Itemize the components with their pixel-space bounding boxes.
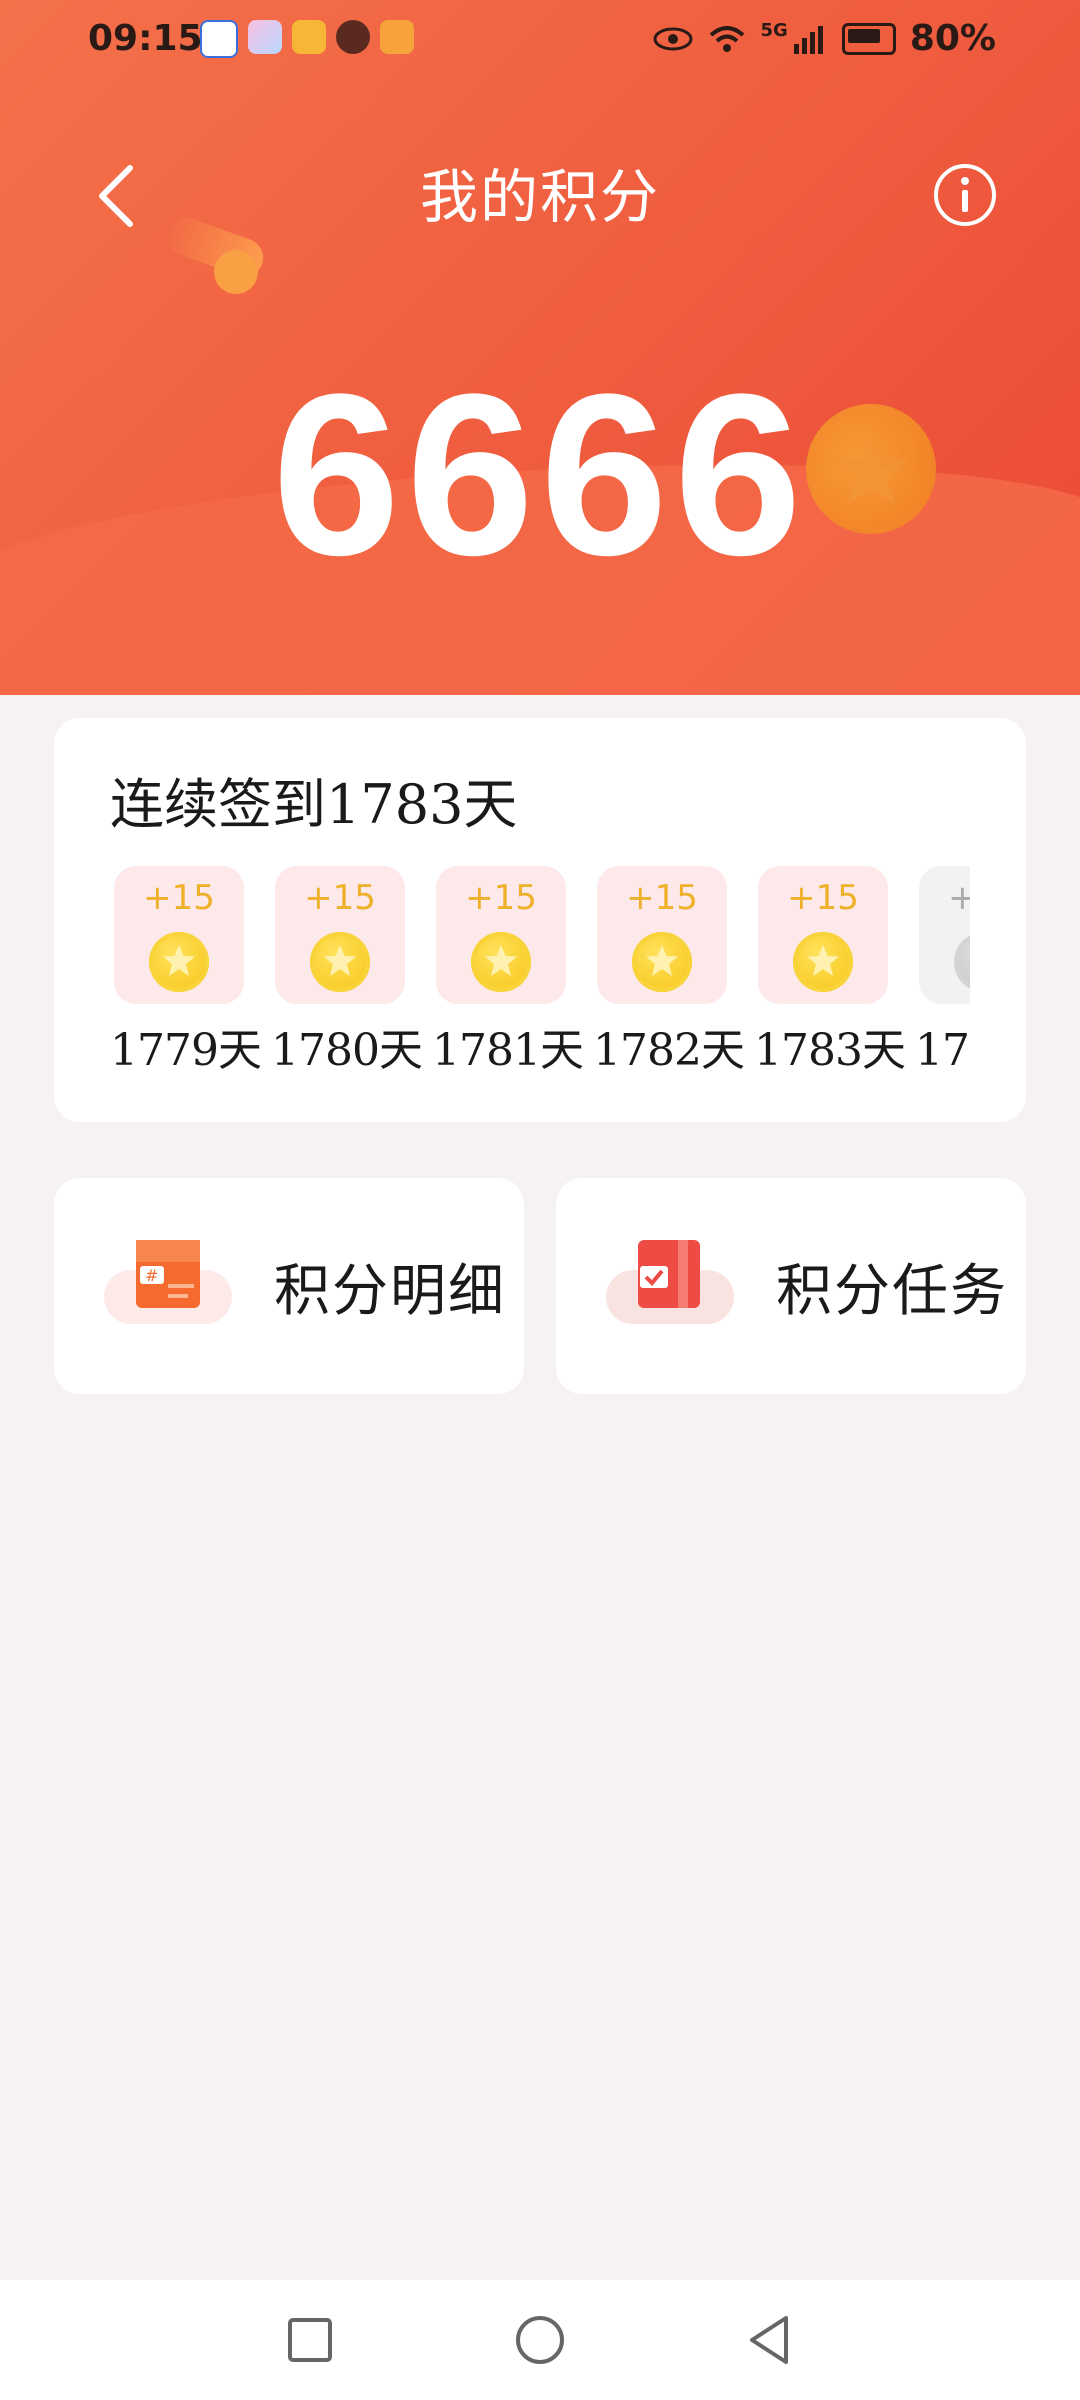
day-label: 1779天 xyxy=(110,1025,262,1076)
day-reward-box: +15 xyxy=(597,866,727,1004)
status-bar: 09:15 5G 80% xyxy=(0,0,1080,78)
signal-icon xyxy=(793,25,823,54)
day-label: 1784天 xyxy=(915,1025,970,1076)
day-label: 1783天 xyxy=(754,1025,906,1076)
baidu-app-icon xyxy=(200,20,238,58)
back-nav-button[interactable] xyxy=(740,2310,800,2370)
taobao-app-icon xyxy=(380,20,414,54)
cup-app-icon xyxy=(292,20,326,54)
signin-day[interactable]: +15 1780天 xyxy=(271,866,423,1076)
triangle-back-icon xyxy=(750,2316,788,2364)
home-button[interactable] xyxy=(510,2310,570,2370)
info-button[interactable] xyxy=(932,162,998,228)
signin-days-list[interactable]: +15 1779天 +15 1780天 +15 1781天 +15 1782天 … xyxy=(110,866,970,1076)
day-label: 1781天 xyxy=(432,1025,584,1076)
square-icon xyxy=(288,2318,332,2362)
day-label: 1782天 xyxy=(593,1025,745,1076)
header-banner: 09:15 5G 80% 我的积分 6666 xyxy=(0,0,1080,695)
points-total: 6666 xyxy=(272,346,808,603)
svg-text:#: # xyxy=(145,1266,158,1285)
gold-coin-icon xyxy=(471,932,531,992)
day-points: +15 xyxy=(787,878,859,918)
signin-day[interactable]: +15 1781天 xyxy=(432,866,584,1076)
status-time: 09:15 xyxy=(88,18,203,59)
day-reward-box: +15 xyxy=(114,866,244,1004)
circle-icon xyxy=(516,2316,564,2364)
status-indicators: 5G 80% xyxy=(653,18,996,59)
eye-icon xyxy=(653,27,693,50)
signin-day[interactable]: +15 1782天 xyxy=(593,866,745,1076)
audio-app-icon xyxy=(336,20,370,54)
points-details-label: 积分明细 xyxy=(274,1258,506,1324)
gold-coin-icon xyxy=(149,932,209,992)
day-points: +15 xyxy=(465,878,537,918)
signin-day[interactable]: +15 1784天 xyxy=(915,866,970,1076)
battery-percentage: 80% xyxy=(909,18,996,59)
comet-ball-decoration xyxy=(214,250,258,294)
star-coin-decoration-icon xyxy=(806,404,936,534)
recent-apps-button[interactable] xyxy=(280,2310,340,2370)
day-reward-box: +15 xyxy=(436,866,566,1004)
signin-card: 连续签到1783天 +15 1779天 +15 1780天 +15 1781天 xyxy=(54,718,1026,1122)
gold-coin-icon xyxy=(632,932,692,992)
info-icon xyxy=(934,164,996,226)
system-navigation-bar xyxy=(0,2280,1080,2400)
points-tasks-button[interactable]: 积分任务 xyxy=(556,1178,1026,1394)
battery-icon xyxy=(841,22,896,55)
page-title: 我的积分 xyxy=(419,163,660,231)
gold-coin-icon xyxy=(310,932,370,992)
points-details-button[interactable]: # 积分明细 xyxy=(54,1178,524,1394)
day-points: +15 xyxy=(143,878,215,918)
task-book-icon xyxy=(606,1236,756,1336)
wifi-icon xyxy=(709,25,744,52)
network-type: 5G xyxy=(760,20,788,41)
gray-coin-icon xyxy=(954,932,970,992)
signin-streak-title: 连续签到1783天 xyxy=(110,773,518,836)
gold-coin-icon xyxy=(793,932,853,992)
day-reward-box: +15 xyxy=(919,866,970,1004)
day-points: +15 xyxy=(304,878,376,918)
ledger-icon: # xyxy=(104,1236,254,1336)
day-points: +15 xyxy=(948,878,970,918)
day-reward-box: +15 xyxy=(275,866,405,1004)
chevron-left-icon xyxy=(99,165,133,227)
signin-day[interactable]: +15 1783天 xyxy=(754,866,906,1076)
day-reward-box: +15 xyxy=(758,866,888,1004)
day-label: 1780天 xyxy=(271,1025,423,1076)
points-tasks-label: 积分任务 xyxy=(776,1258,1008,1324)
day-points: +15 xyxy=(626,878,698,918)
app-notification-icon xyxy=(248,20,282,54)
back-button[interactable] xyxy=(88,160,148,230)
notification-icons xyxy=(200,20,414,58)
signin-day[interactable]: +15 1779天 xyxy=(110,866,262,1076)
